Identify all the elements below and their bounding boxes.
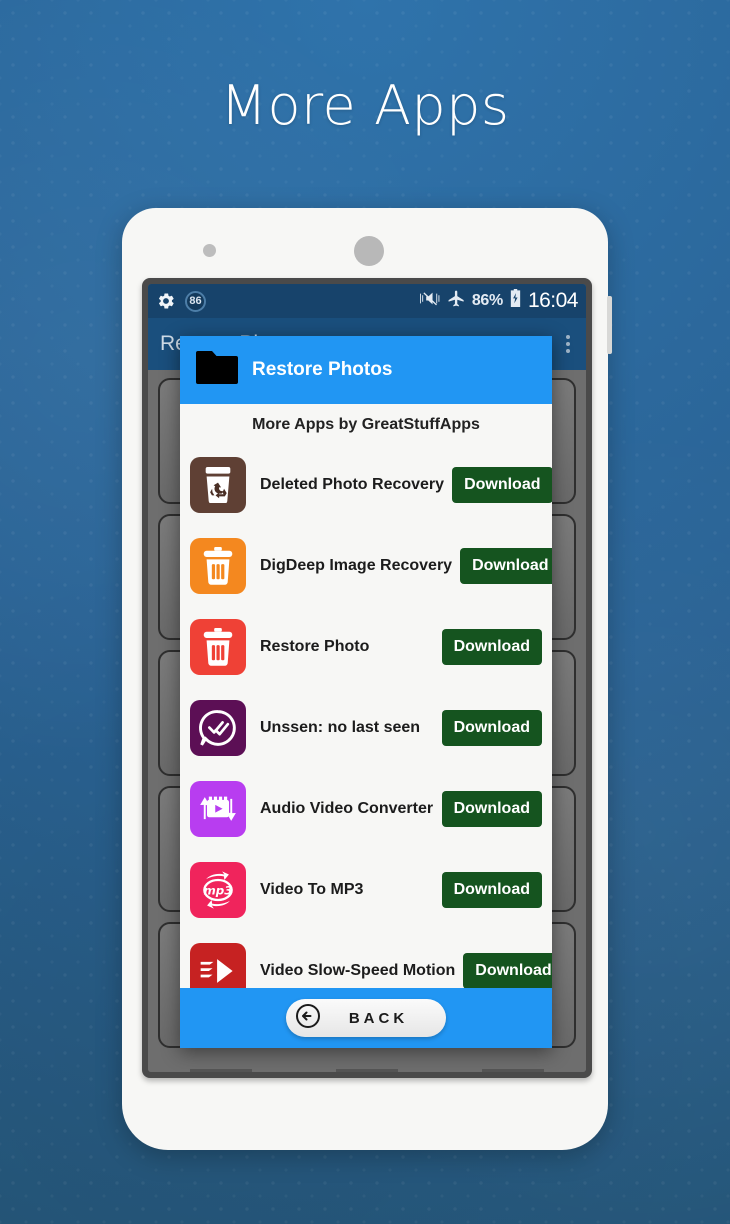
page-title: More Apps [220,74,510,137]
app-name: Video To MP3 [260,880,364,898]
earpiece-speaker [354,236,384,266]
download-button[interactable]: Download [463,952,552,988]
download-button[interactable]: Download [441,871,542,908]
trash-bin-icon [190,537,246,594]
gear-icon [156,291,176,311]
list-item[interactable]: Audio Video Converter Download [180,768,552,849]
phone-mockup: 86 86% 16:04 Restore Photos More Apps by… [122,208,612,1150]
list-item[interactable]: Deleted Photo Recovery Download [180,444,552,525]
video-convert-icon [190,780,246,837]
list-item[interactable]: Unssen: no last seen Download [180,687,552,768]
phone-side-button [607,296,612,354]
app-name: Deleted Photo Recovery [260,475,445,493]
slow-motion-play-icon [190,942,246,988]
download-button[interactable]: Download [441,790,542,827]
list-item[interactable]: Restore Photo Download [180,606,552,687]
notification-count-badge: 86 [185,290,206,312]
app-name: Unssen: no last seen [260,718,421,736]
status-bar: 86 86% 16:04 [148,284,586,318]
dialog-title: Restore Photos [252,359,393,380]
dialog-header: Restore Photos [180,336,552,404]
overflow-menu-icon[interactable] [562,331,574,357]
app-name: DigDeep Image Recovery [260,556,453,574]
double-check-chat-icon [190,699,246,756]
app-name: Audio Video Converter [260,799,434,817]
app-name: Restore Photo [260,637,370,655]
recycle-bin-icon [190,456,246,513]
back-arrow-circle-icon [295,1003,321,1034]
list-item[interactable]: DigDeep Image Recovery Download [180,525,552,606]
battery-percent-label: 86% [471,292,503,309]
app-list[interactable]: Deleted Photo Recovery Download DigDeep … [180,444,552,988]
back-button[interactable]: BACK [286,999,446,1037]
list-item[interactable]: Video Slow-Speed Motion Download [180,930,552,988]
phone-bezel: 86 86% 16:04 Restore Photos More Apps by… [142,278,592,1078]
download-button[interactable]: Download [452,466,552,503]
battery-charging-icon [509,289,522,313]
app-name: Video Slow-Speed Motion [260,961,456,979]
dialog-body: More Apps by GreatStuffApps Deleted Phot… [180,404,552,988]
dialog-footer: BACK [180,988,552,1048]
more-apps-dialog: Restore Photos More Apps by GreatStuffAp… [180,336,552,1048]
list-heading: More Apps by GreatStuffApps [252,416,480,433]
phone-screen: 86 86% 16:04 Restore Photos More Apps by… [148,284,586,1072]
list-item[interactable]: mp3 Video To MP3 Download [180,849,552,930]
airplane-mode-icon [447,289,466,313]
clock-label: 16:04 [527,289,579,312]
download-button[interactable]: Download [441,628,542,665]
mp3-convert-icon: mp3 [190,861,246,918]
svg-text:mp3: mp3 [204,883,233,897]
back-button-label: BACK [348,1009,409,1027]
folder-icon [196,351,238,389]
download-button[interactable]: Download [460,547,552,584]
front-camera-icon [203,244,216,257]
download-button[interactable]: Download [441,709,542,746]
navigation-bar-hints [148,1062,586,1072]
trash-bin-icon [190,618,246,675]
vibrate-mute-icon [419,290,441,312]
